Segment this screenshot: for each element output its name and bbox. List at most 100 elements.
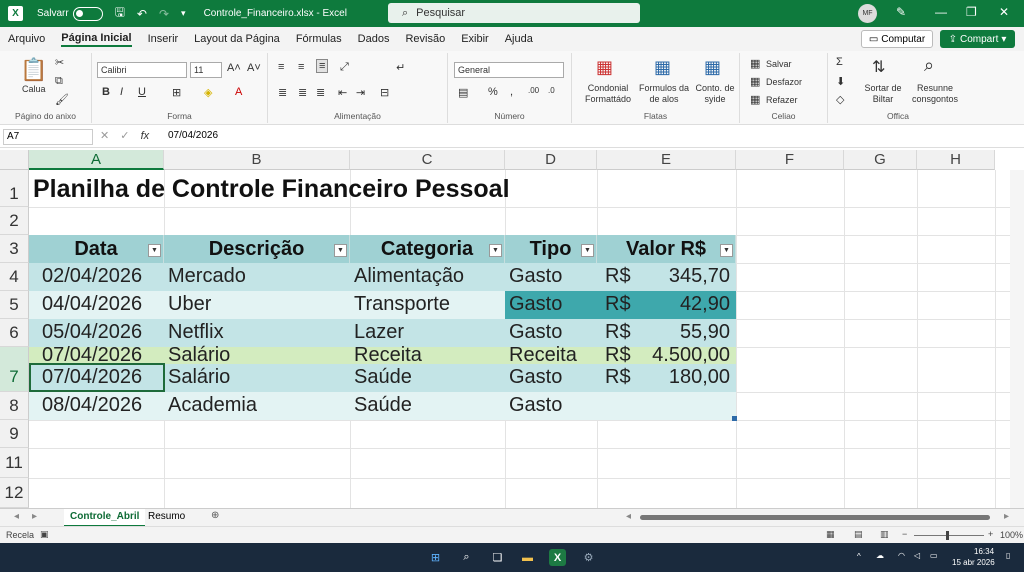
cell-type[interactable]: Gasto: [505, 394, 562, 417]
decrease-decimal-icon[interactable]: .0: [548, 86, 555, 95]
cell-description[interactable]: Netflix: [164, 321, 224, 344]
conditional-format-icon[interactable]: ▦: [596, 57, 613, 78]
row-header-6[interactable]: 6: [0, 319, 29, 347]
number-format-select[interactable]: General: [454, 62, 564, 78]
redo-icon[interactable]: ↷: [159, 7, 169, 21]
orientation-icon[interactable]: ⤢: [340, 61, 349, 74]
column-header-g[interactable]: G: [844, 150, 917, 170]
paste-label[interactable]: Calua: [22, 84, 46, 94]
cell-description[interactable]: Salário: [164, 343, 230, 367]
zoom-slider-thumb[interactable]: [946, 531, 949, 540]
underline-icon[interactable]: U: [138, 86, 146, 98]
row-header-7[interactable]: 7: [0, 347, 29, 392]
select-all-corner[interactable]: [0, 150, 29, 170]
notifications-icon[interactable]: ▯: [1006, 551, 1010, 560]
font-size-select[interactable]: 11: [190, 62, 222, 78]
table-header-data[interactable]: Data ▼: [29, 235, 164, 263]
tab-formulas[interactable]: Fórmulas: [296, 33, 342, 45]
table-resize-handle[interactable]: [732, 416, 737, 421]
autosum-icon[interactable]: Σ: [836, 56, 843, 68]
cell-description[interactable]: Uber: [164, 293, 211, 316]
merge-center-icon[interactable]: ⊟: [380, 86, 389, 99]
settings-taskbar-icon[interactable]: ⚙: [580, 549, 597, 566]
fill-icon[interactable]: ⬇: [836, 75, 845, 88]
format-painter-icon[interactable]: 🖌: [55, 93, 69, 106]
page-break-icon[interactable]: ▥: [880, 529, 889, 540]
row-header-8[interactable]: 8: [0, 392, 29, 420]
cell-category[interactable]: Saúde: [350, 394, 412, 417]
autosave-toggle[interactable]: [72, 6, 103, 21]
cell-description[interactable]: Mercado: [164, 265, 246, 288]
table-header-categoria[interactable]: Categoria ▼: [350, 235, 505, 263]
filter-dropdown-icon[interactable]: ▼: [148, 244, 161, 257]
cell-styles-icon[interactable]: ▦: [704, 57, 721, 78]
increase-font-icon[interactable]: A˄: [227, 62, 241, 74]
vertical-scrollbar[interactable]: [1010, 170, 1024, 508]
excel-taskbar-icon[interactable]: X: [549, 549, 566, 566]
zoom-out-icon[interactable]: −: [902, 529, 907, 539]
comments-button[interactable]: ▭ Computar: [861, 30, 933, 48]
column-header-b[interactable]: B: [164, 150, 350, 170]
comma-style-icon[interactable]: ,: [510, 86, 513, 98]
format-table-label[interactable]: Formulos da de alos: [638, 83, 690, 105]
borders-icon[interactable]: ⊞: [172, 86, 181, 99]
cell-styles-label[interactable]: Conto. de syide: [692, 83, 738, 105]
column-header-d[interactable]: D: [505, 150, 597, 170]
page-layout-icon[interactable]: ▤: [854, 529, 863, 540]
customize-toolbar-icon[interactable]: ▾: [181, 8, 186, 19]
cell-currency[interactable]: R$: [601, 293, 631, 316]
column-header-f[interactable]: F: [736, 150, 844, 170]
normal-view-icon[interactable]: ▦: [826, 529, 835, 540]
column-header-a[interactable]: A: [29, 150, 164, 170]
cell-amount[interactable]: 345,70: [630, 265, 730, 288]
cell-category[interactable]: Alimentação: [350, 265, 464, 288]
next-sheet-icon[interactable]: ▸: [32, 511, 37, 522]
search-box[interactable]: ⌕ Pesquisar: [388, 3, 640, 23]
row-header-11[interactable]: 11: [0, 448, 29, 478]
cell-amount[interactable]: 4.500,00: [630, 343, 730, 367]
share-button[interactable]: ⇪ Compart ▾: [940, 30, 1015, 48]
row-header-12[interactable]: 12: [0, 478, 29, 508]
cell-type[interactable]: Gasto: [505, 265, 562, 288]
cell-category[interactable]: Saúde: [350, 366, 412, 389]
cell-amount[interactable]: 42,90: [630, 293, 730, 316]
table-header-tipo[interactable]: Tipo ▼: [505, 235, 597, 263]
format-cells-button[interactable]: Refazer: [766, 95, 798, 105]
decrease-indent-icon[interactable]: ⇤: [338, 86, 347, 99]
worksheet-grid[interactable]: A B C D E F G H 1 2 3 4 5 6 7 8 9 11 12 …: [0, 150, 1024, 508]
zoom-in-icon[interactable]: +: [988, 529, 993, 539]
undo-icon[interactable]: ↶: [137, 7, 147, 21]
filter-dropdown-icon[interactable]: ▼: [334, 244, 347, 257]
delete-cells-button[interactable]: Desfazor: [766, 77, 802, 87]
tab-dados[interactable]: Dados: [358, 33, 390, 45]
cut-icon[interactable]: ✂: [55, 56, 64, 69]
tab-inserir[interactable]: Inserir: [148, 33, 179, 45]
tab-layout[interactable]: Layout da Página: [194, 33, 280, 45]
zoom-slider[interactable]: [914, 535, 984, 536]
wrap-text-icon[interactable]: ↵: [396, 61, 405, 74]
cell-date[interactable]: 07/04/2026: [38, 366, 142, 389]
avatar[interactable]: MF: [858, 4, 877, 23]
font-name-select[interactable]: Calibri: [97, 62, 187, 78]
enter-icon[interactable]: ✓: [120, 130, 129, 142]
bold-icon[interactable]: B: [102, 86, 110, 98]
fill-color-icon[interactable]: ◈: [204, 86, 212, 99]
minimize-icon[interactable]: —: [935, 5, 947, 19]
cell-category[interactable]: Lazer: [350, 321, 404, 344]
sort-filter-icon[interactable]: ⇅: [872, 57, 885, 77]
file-explorer-icon[interactable]: ▬: [519, 549, 536, 566]
maximize-icon[interactable]: ❐: [966, 5, 977, 19]
close-icon[interactable]: ✕: [999, 5, 1009, 19]
tab-pagina-inicial[interactable]: Página Inicial: [61, 32, 132, 47]
filter-dropdown-icon[interactable]: ▼: [489, 244, 502, 257]
align-left-icon[interactable]: ≣: [278, 86, 287, 99]
cancel-icon[interactable]: ✕: [100, 130, 109, 142]
filter-dropdown-icon[interactable]: ▼: [581, 244, 594, 257]
row-header-3[interactable]: 3: [0, 235, 29, 263]
tab-revisao[interactable]: Revisão: [405, 33, 445, 45]
row-header-2[interactable]: 2: [0, 207, 29, 235]
find-select-label[interactable]: Resunne consgontos: [904, 83, 966, 105]
cell-amount[interactable]: 55,90: [630, 321, 730, 344]
clear-icon[interactable]: ◇: [836, 93, 844, 106]
column-header-c[interactable]: C: [350, 150, 505, 170]
